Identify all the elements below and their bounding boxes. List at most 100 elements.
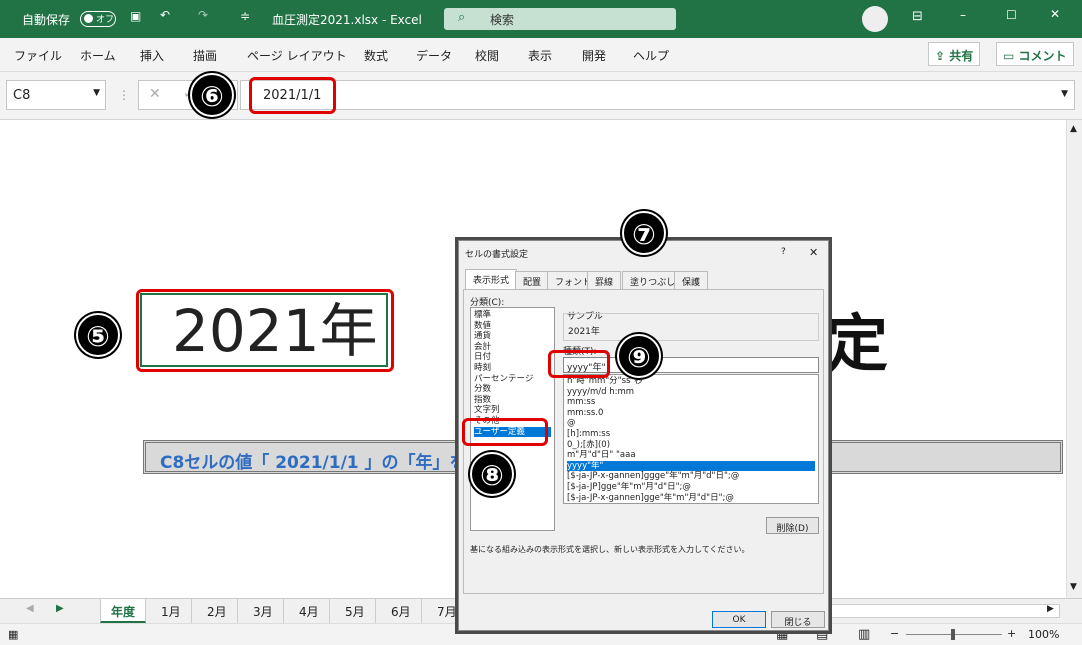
category-item[interactable]: 時刻 (474, 363, 551, 374)
comment-icon: ▭ (1003, 49, 1019, 63)
zoom-thumb[interactable] (951, 629, 955, 640)
help-icon[interactable]: ? (781, 247, 786, 257)
callout-8: ⑧ (470, 452, 514, 496)
scroll-right-icon[interactable]: ▶ (1047, 604, 1054, 614)
maximize-icon[interactable]: ☐ (1006, 8, 1017, 22)
window-title: 血圧測定2021.xlsx - Excel (272, 13, 422, 27)
format-item[interactable]: mm:ss.0 (567, 408, 815, 419)
title-bar: 自動保存 オフ ▣ ↶ ↷ ≑ 血圧測定2021.xlsx - Excel ⌕ … (0, 0, 1082, 38)
chevron-down-icon: ▼ (93, 88, 100, 98)
minimize-icon[interactable]: – (960, 8, 966, 22)
avatar[interactable] (862, 6, 888, 32)
name-box[interactable]: C8 ▼ (6, 80, 106, 110)
sheet-tab-jun[interactable]: 6月 (381, 599, 422, 623)
zoom-in-icon[interactable]: + (1007, 627, 1016, 640)
format-item[interactable]: 0_);[赤](0) (567, 440, 815, 451)
zoom-out-icon[interactable]: − (890, 627, 899, 640)
category-item[interactable]: 文字列 (474, 405, 551, 416)
category-item[interactable]: 日付 (474, 352, 551, 363)
page-break-view-icon[interactable]: ▥ (858, 627, 870, 642)
redo-icon[interactable]: ↷ (198, 8, 208, 22)
zoom-level[interactable]: 100% (1028, 628, 1059, 641)
dtab-border[interactable]: 罫線 (587, 271, 622, 289)
dialog-close-icon[interactable]: ✕ (809, 246, 818, 259)
sheet-tab-may[interactable]: 5月 (335, 599, 376, 623)
format-item[interactable]: @ (567, 418, 815, 429)
callout-9: ⑨ (617, 334, 661, 378)
category-item[interactable]: パーセンテージ (474, 374, 551, 385)
category-item[interactable]: 分数 (474, 384, 551, 395)
tab-home[interactable]: ホーム (80, 47, 116, 64)
highlight-custom-category (462, 418, 548, 446)
tab-draw[interactable]: 描画 (193, 47, 217, 64)
customize-qat-icon[interactable]: ≑ (240, 9, 250, 23)
formula-bar: C8▼ ⋮ ✕ ✓ fx 2021/1/1 ▼ (0, 72, 1082, 120)
format-list[interactable]: h"時"mm"分"ss"秒" yyyy/m/d h:mm mm:ss mm:ss… (563, 374, 819, 504)
tab-page-layout[interactable]: ページ レイアウト (247, 47, 347, 64)
horizontal-scrollbar[interactable] (830, 604, 1060, 618)
scroll-down-icon: ▼ (1070, 582, 1077, 592)
format-item[interactable]: mm:ss (567, 397, 815, 408)
tab-review[interactable]: 校閲 (475, 47, 499, 64)
search-icon: ⌕ (458, 10, 466, 25)
dialog-description: 基になる組み込みの表示形式を選択し、新しい表示形式を入力してください。 (470, 545, 750, 554)
category-item[interactable]: 通貨 (474, 331, 551, 342)
sample-box: 2021年 (563, 313, 819, 341)
close-button[interactable]: 閉じる (771, 611, 825, 628)
tab-insert[interactable]: 挿入 (140, 47, 164, 64)
sheet-title-char: 定 (826, 307, 889, 380)
tab-data[interactable]: データ (416, 47, 452, 64)
comment-button[interactable]: ▭ コメント (996, 42, 1074, 66)
category-item[interactable]: 会計 (474, 342, 551, 353)
share-button[interactable]: ⇪ 共有 (928, 42, 981, 66)
autosave-label: 自動保存 (22, 13, 71, 27)
formula-input[interactable]: 2021/1/1 ▼ (240, 80, 1075, 110)
dtab-protection[interactable]: 保護 (674, 271, 709, 289)
tab-help[interactable]: ヘルプ (633, 47, 669, 64)
sample-value: 2021年 (568, 327, 600, 337)
dtab-alignment[interactable]: 配置 (515, 271, 550, 289)
tab-formulas[interactable]: 数式 (364, 47, 388, 64)
category-item[interactable]: 数値 (474, 321, 551, 332)
format-item[interactable]: [$-ja-JP-x-gannen]ggge"年"m"月"d"日";@ (567, 471, 815, 482)
search-box[interactable]: ⌕ 検索 (444, 8, 676, 30)
close-icon[interactable]: ✕ (1050, 7, 1060, 21)
format-item-selected[interactable]: yyyy"年" (567, 460, 815, 472)
highlight-cell (136, 289, 394, 372)
tab-view[interactable]: 表示 (528, 47, 552, 64)
undo-icon[interactable]: ↶ (160, 8, 170, 22)
tab-file[interactable]: ファイル (14, 47, 62, 64)
format-item[interactable]: yyyy/m/d h:mm (567, 387, 815, 398)
expand-formula-icon: ▼ (1061, 89, 1068, 99)
format-item[interactable]: m"月"d"日" "aaa (567, 450, 815, 461)
callout-6: ⑥ (190, 73, 234, 117)
share-icon: ⇪ (935, 49, 950, 63)
next-sheet-icon[interactable]: ▶ (56, 603, 64, 614)
format-item[interactable]: [h]:mm:ss (567, 429, 815, 440)
tab-developer[interactable]: 開発 (582, 47, 606, 64)
grip-icon: ⋮ (118, 88, 130, 102)
save-icon[interactable]: ▣ (130, 9, 141, 23)
sheet-tab-mar[interactable]: 3月 (243, 599, 284, 623)
sheet-tab-nendo[interactable]: 年度 (100, 599, 147, 623)
delete-button[interactable]: 削除(D) (766, 517, 819, 534)
vertical-scrollbar[interactable]: ▲ ▼ (1066, 120, 1082, 598)
format-item[interactable]: [$-ja-JP-x-gannen]gge"年"m"月"d"日";@ (567, 493, 815, 503)
sheet-tab-apr[interactable]: 4月 (289, 599, 330, 623)
dtab-number[interactable]: 表示形式 (465, 269, 518, 289)
callout-7: ⑦ (622, 211, 666, 255)
sheet-tab-jan[interactable]: 1月 (151, 599, 192, 623)
dialog-title: セルの書式設定 (465, 250, 529, 260)
cancel-icon[interactable]: ✕ (149, 86, 161, 102)
scroll-up-icon: ▲ (1070, 124, 1077, 134)
format-item[interactable]: [$-ja-JP]gge"年"m"月"d"日";@ (567, 482, 815, 493)
prev-sheet-icon[interactable]: ◀ (26, 603, 34, 614)
callout-5: ⑤ (76, 313, 120, 357)
category-item[interactable]: 標準 (474, 310, 551, 321)
autosave-toggle[interactable]: オフ (80, 11, 116, 27)
ok-button[interactable]: OK (712, 611, 766, 628)
category-item[interactable]: 指数 (474, 395, 551, 406)
highlight-type-input (548, 350, 610, 378)
sheet-tab-feb[interactable]: 2月 (197, 599, 238, 623)
ribbon-display-icon[interactable]: ⊟ (912, 9, 923, 24)
